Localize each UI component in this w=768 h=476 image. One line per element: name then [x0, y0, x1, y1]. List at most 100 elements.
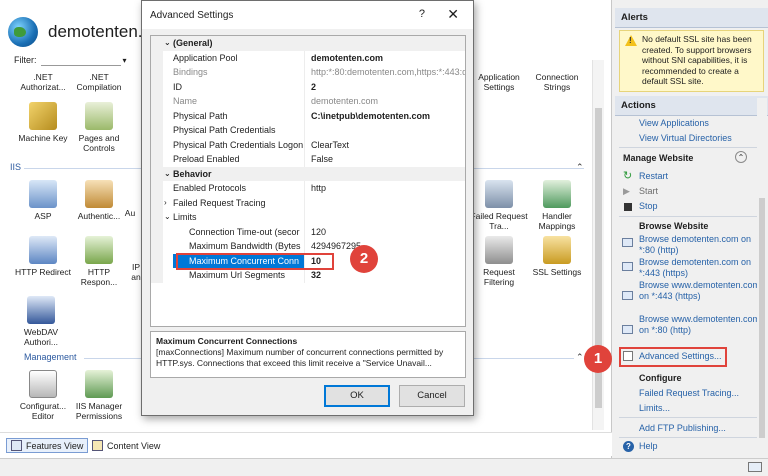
- actions-header: Actions: [615, 96, 768, 116]
- chevron-down-icon[interactable]: ⌄: [164, 167, 171, 182]
- property-value[interactable]: http:*:80:demotenten.com,https:*:443:d: [307, 65, 465, 80]
- scrollbar-thumb[interactable]: [759, 198, 765, 438]
- stop-link[interactable]: Stop: [639, 201, 658, 211]
- property-category[interactable]: ⌄ (General): [151, 36, 465, 51]
- section-iis: IIS: [10, 162, 22, 172]
- property-value[interactable]: http: [307, 181, 465, 196]
- limits-link[interactable]: Limits...: [639, 403, 670, 413]
- property-row[interactable]: Application Pool demotenten.com: [151, 50, 465, 66]
- feature-configuration-editor[interactable]: Configurat... Editor: [14, 370, 72, 421]
- add-ftp-publishing-link[interactable]: Add FTP Publishing...: [639, 423, 726, 433]
- property-value[interactable]: 2: [307, 80, 465, 95]
- browse-link-2[interactable]: Browse demotenten.com on *:443 (https): [639, 257, 764, 278]
- collapse-icon[interactable]: ⌃: [735, 151, 747, 163]
- property-value[interactable]: demotenten.com: [307, 94, 465, 109]
- feature-net-compilation[interactable]: .NET Compilation: [70, 72, 128, 92]
- property-row[interactable]: Bindings http:*:80:demotenten.com,https:*…: [151, 65, 465, 80]
- tab-features-view[interactable]: Features View: [6, 438, 89, 453]
- alert-text: No default SSL site has been created. To…: [642, 34, 752, 86]
- chevron-up-icon[interactable]: ⌃: [576, 162, 584, 173]
- property-category[interactable]: ⌄ Behavior: [151, 166, 465, 182]
- chevron-down-icon[interactable]: ⌄: [164, 36, 171, 51]
- property-row[interactable]: Physical Path C:\inetpub\demotenten.com: [151, 108, 465, 124]
- property-value[interactable]: [307, 210, 465, 225]
- property-row[interactable]: Maximum Url Segments 32: [151, 268, 465, 283]
- failed-request-tracing-link[interactable]: Failed Request Tracing...: [639, 388, 739, 398]
- feature-webdav-authoring[interactable]: WebDAV Authori...: [12, 296, 70, 347]
- property-value[interactable]: demotenten.com: [307, 51, 465, 66]
- chevron-up-icon[interactable]: ⌃: [576, 352, 584, 363]
- description-title: Maximum Concurrent Connections: [156, 336, 298, 346]
- feature-net-authorization[interactable]: .NET Authorizat...: [14, 72, 72, 92]
- cancel-button[interactable]: Cancel: [399, 385, 465, 407]
- property-value[interactable]: [307, 196, 465, 211]
- feature-request-filtering[interactable]: Request Filtering: [470, 236, 528, 287]
- help-icon: ?: [623, 441, 634, 452]
- webdav-icon: [27, 296, 55, 324]
- property-row[interactable]: Physical Path Credentials: [151, 123, 465, 138]
- failed-request-icon: [485, 180, 513, 208]
- feature-handler-mappings[interactable]: Handler Mappings: [528, 180, 586, 231]
- property-row[interactable]: ⌄ Limits: [151, 210, 465, 225]
- help-icon[interactable]: ?: [419, 8, 425, 20]
- property-value[interactable]: [307, 123, 465, 138]
- separator: [619, 216, 764, 217]
- row-gutter: [151, 181, 163, 196]
- chevron-down-icon[interactable]: ▾: [123, 56, 127, 65]
- row-gutter: [151, 79, 163, 94]
- actions-scrollbar[interactable]: [757, 98, 767, 458]
- view-virtual-directories-link[interactable]: View Virtual Directories: [639, 133, 732, 143]
- property-value[interactable]: 32: [307, 268, 465, 283]
- feature-iis-manager-permissions[interactable]: IIS Manager Permissions: [70, 370, 128, 421]
- close-icon[interactable]: ✕: [447, 6, 459, 23]
- property-name: Physical Path: [173, 108, 305, 123]
- feature-pages-and-controls[interactable]: Pages and Controls: [70, 102, 128, 153]
- property-row[interactable]: Name demotenten.com: [151, 94, 465, 109]
- property-value[interactable]: 120: [307, 225, 465, 240]
- property-row[interactable]: Preload Enabled False: [151, 152, 465, 167]
- property-row[interactable]: Connection Time-out (secor 120: [151, 224, 465, 240]
- feature-connection-strings[interactable]: Connection Strings: [528, 72, 586, 92]
- property-value[interactable]: 4294967295: [307, 239, 465, 254]
- property-row[interactable]: › Failed Request Tracing: [151, 195, 465, 211]
- row-gutter: [151, 268, 163, 283]
- features-scrollbar[interactable]: [592, 60, 604, 430]
- restart-link[interactable]: Restart: [639, 171, 668, 181]
- feature-http-response-headers[interactable]: HTTP Respon...: [70, 236, 128, 287]
- configure-title: Configure: [639, 373, 682, 383]
- browse-link-3[interactable]: Browse www.demotenten.com on *:443 (http…: [639, 280, 764, 301]
- view-applications-link[interactable]: View Applications: [639, 118, 709, 128]
- browse-icon: [622, 291, 633, 300]
- feature-failed-request-tracing[interactable]: Failed Request Tra...: [470, 180, 528, 231]
- property-name: Behavior: [173, 168, 212, 179]
- property-row[interactable]: Physical Path Credentials Logon ClearText: [151, 137, 465, 153]
- feature-http-redirect[interactable]: HTTP Redirect: [14, 236, 72, 277]
- filter-bar[interactable]: Filter: ▾: [14, 52, 144, 68]
- browse-link-4[interactable]: Browse www.demotenten.com on *:80 (http): [639, 314, 764, 335]
- chevron-down-icon[interactable]: ⌄: [164, 210, 171, 225]
- chevron-right-icon[interactable]: ›: [164, 196, 167, 211]
- property-value[interactable]: C:\inetpub\demotenten.com: [307, 109, 465, 124]
- property-name: Physical Path Credentials: [173, 123, 305, 138]
- browse-icon: [622, 262, 633, 271]
- property-value[interactable]: ClearText: [307, 138, 465, 153]
- property-row[interactable]: Enabled Protocols http: [151, 181, 465, 196]
- filter-input[interactable]: [40, 54, 121, 66]
- separator: [619, 147, 764, 148]
- property-value[interactable]: False: [307, 152, 465, 167]
- redirect-icon: [29, 236, 57, 264]
- feature-application-settings[interactable]: Application Settings: [470, 72, 528, 92]
- feature-asp[interactable]: ASP: [14, 180, 72, 221]
- property-row[interactable]: Maximum Bandwidth (Bytes 4294967295: [151, 239, 465, 254]
- tab-content-view[interactable]: Content View: [88, 438, 164, 453]
- feature-ssl-settings[interactable]: SSL Settings: [528, 236, 586, 277]
- help-link[interactable]: Help: [639, 441, 658, 451]
- feature-machine-key[interactable]: Machine Key: [14, 102, 72, 143]
- row-gutter: [151, 36, 163, 51]
- browse-icon: [622, 238, 633, 247]
- row-gutter: [151, 123, 163, 138]
- feature-authorization-partial[interactable]: Au: [118, 208, 142, 218]
- ok-button[interactable]: OK: [324, 385, 390, 407]
- browse-link-1[interactable]: Browse demotenten.com on *:80 (http): [639, 234, 764, 255]
- property-row[interactable]: ID 2: [151, 79, 465, 95]
